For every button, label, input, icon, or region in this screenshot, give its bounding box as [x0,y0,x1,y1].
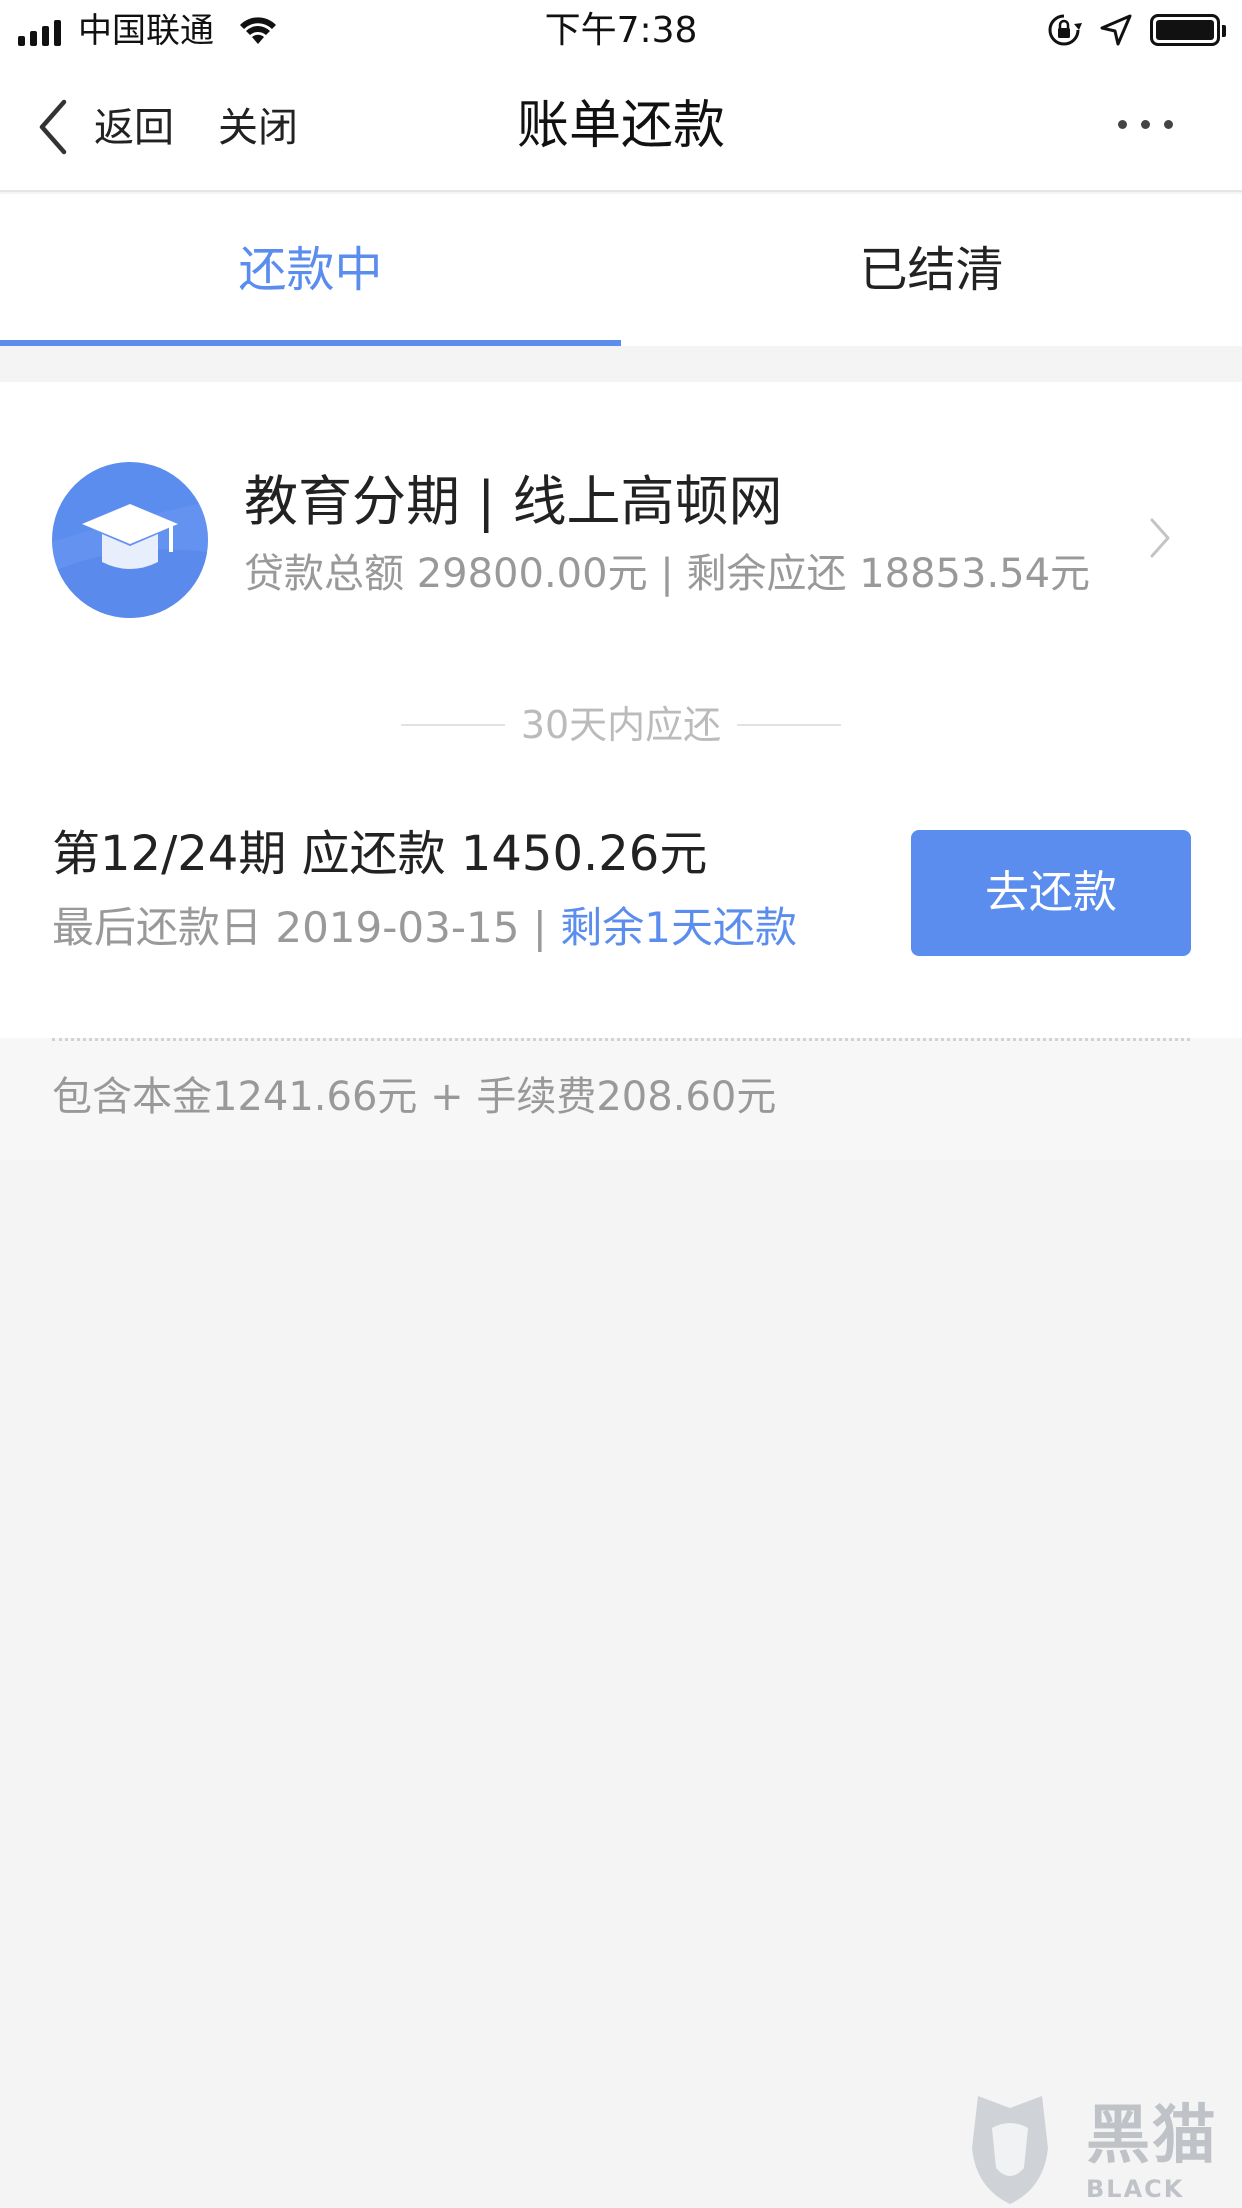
principal-fee-breakdown: 包含本金1241.66元 + 手续费208.60元 [52,1074,777,1120]
chevron-right-icon[interactable] [1148,516,1172,560]
status-bar: 中国联通 下午7:38 [0,0,1242,62]
tab-repaying[interactable]: 还款中 [0,194,621,346]
tab-active-indicator [0,340,621,346]
due-date: 最后还款日 2019-03-15 | [52,903,561,952]
page-title: 账单还款 [516,96,725,156]
divider [737,724,842,726]
loan-summary: 贷款总额 29800.00元 | 剩余应还 18853.54元 [244,551,1091,597]
loan-card: 教育分期 | 线上高顿网 贷款总额 29800.00元 | 剩余应还 18853… [0,382,1242,1038]
pay-button[interactable]: 去还款 [911,830,1191,956]
more-icon[interactable] [1118,120,1173,129]
installment-detail: 包含本金1241.66元 + 手续费208.60元 [0,1038,1242,1160]
tab-settled[interactable]: 已结清 [621,194,1242,346]
remaining-days: 剩余1天还款 [560,903,798,952]
divider [400,724,505,726]
watermark-text: 黑猫 [1086,2099,1218,2173]
due-date-line: 最后还款日 2019-03-15 | 剩余1天还款 [52,900,797,956]
nav-bar: 返回 关闭 账单还款 [0,62,1242,192]
location-icon [1100,14,1132,46]
section-header: 30天内应还 [0,700,1242,750]
installment-period: 第12/24期 应还款 1450.26元 [52,826,708,882]
battery-icon [1150,14,1226,46]
loan-title[interactable]: 教育分期 | 线上高顿网 [244,466,783,538]
section-header-label: 30天内应还 [520,703,722,747]
graduation-cap-icon [52,462,208,618]
dotted-divider [52,1038,1190,1041]
watermark-subtext: BLACK CAT [1086,2175,1185,2208]
tab-bar: 还款中 已结清 [0,194,1242,346]
rotation-lock-icon [1048,14,1082,46]
